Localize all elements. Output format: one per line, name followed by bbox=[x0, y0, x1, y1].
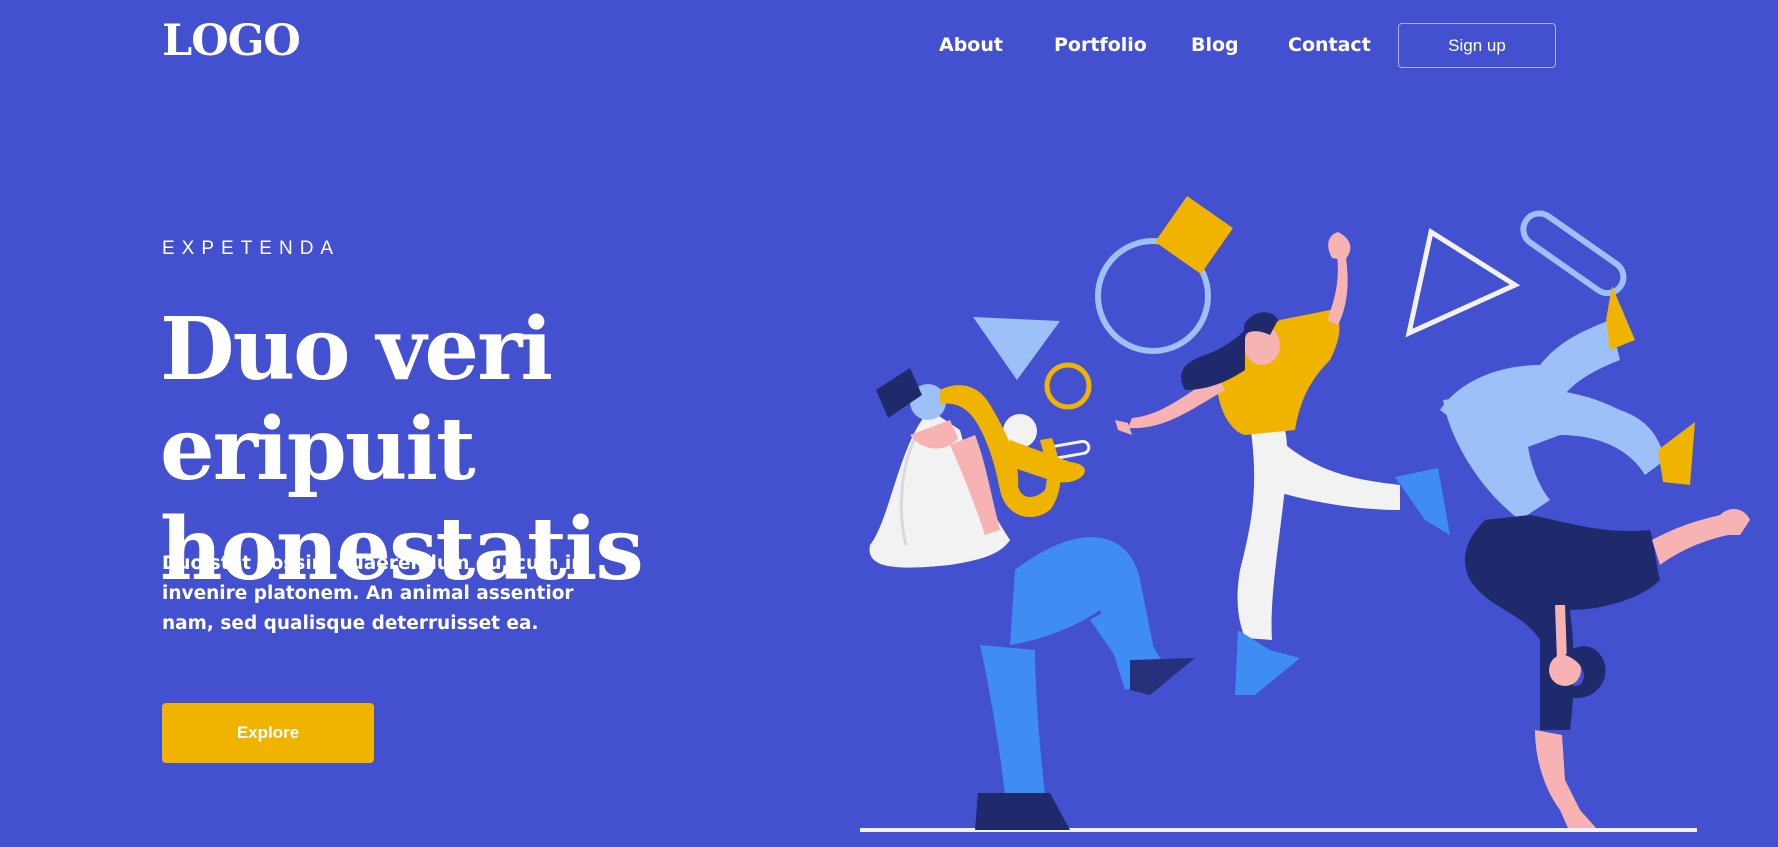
hero-headline-line-1: Duo veri eripuit bbox=[160, 299, 553, 500]
hero-description: Duo stet possim quaerendum eu, cum in in… bbox=[162, 553, 585, 634]
signup-button[interactable]: Sign up bbox=[1398, 23, 1556, 68]
nav-contact-link[interactable]: Contact bbox=[1288, 34, 1371, 56]
nav-about-link[interactable]: About bbox=[939, 34, 1003, 56]
hero-eyebrow: EXPETENDA bbox=[162, 238, 341, 259]
nav-blog-link[interactable]: Blog bbox=[1191, 34, 1239, 56]
logo[interactable]: LOGO bbox=[162, 16, 301, 66]
nav-portfolio-link[interactable]: Portfolio bbox=[1054, 34, 1147, 56]
hero-illustration bbox=[860, 196, 1750, 832]
dancer-figure-icon bbox=[1115, 232, 1450, 695]
handstand-dancer-figure-icon bbox=[1440, 286, 1750, 828]
explore-button[interactable]: Explore bbox=[162, 703, 374, 763]
